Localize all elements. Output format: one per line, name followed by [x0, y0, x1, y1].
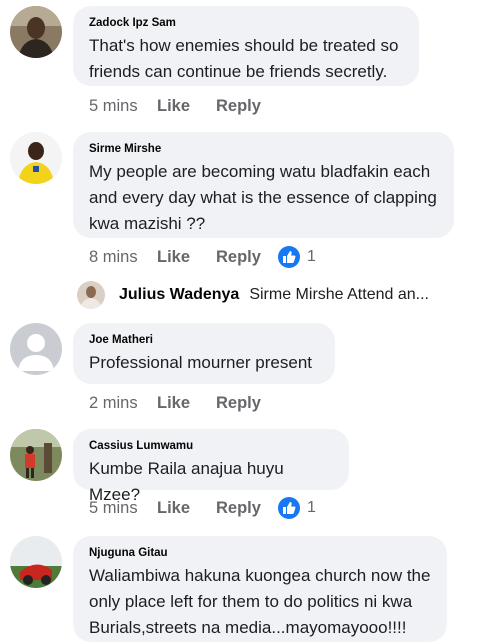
comment-actions: 8 mins Like Reply 1: [89, 245, 316, 269]
like-button[interactable]: Like: [157, 499, 216, 518]
reply-button[interactable]: Reply: [216, 499, 278, 518]
comment-actions: 5 mins Like Reply 1: [89, 496, 316, 520]
reaction-count: 1: [307, 248, 316, 265]
comment-time: 5 mins: [89, 498, 138, 517]
comment-time: 2 mins: [89, 393, 138, 412]
reply-button[interactable]: Reply: [216, 248, 278, 267]
reaction-count: 1: [307, 499, 316, 516]
comment-author[interactable]: Sirme Mirshe: [89, 143, 438, 155]
comment-text: That's how enemies should be treated so …: [89, 36, 399, 81]
avatar-sirme[interactable]: [10, 132, 62, 184]
reaction-summary[interactable]: 1: [278, 497, 316, 519]
thumbs-up-icon: [278, 497, 300, 519]
comment-text: My people are becoming watu bladfakin ea…: [89, 162, 437, 233]
avatar-cassius[interactable]: [10, 429, 62, 481]
avatar-julius: [77, 281, 105, 309]
comment-author[interactable]: Njuguna Gitau: [89, 547, 431, 559]
reaction-summary[interactable]: 1: [278, 246, 316, 268]
comment-bubble: Zadock Ipz Sam That's how enemies should…: [73, 6, 419, 86]
comment-bubble: Njuguna Gitau Waliambiwa hakuna kuongea …: [73, 536, 447, 642]
comment-time: 5 mins: [89, 96, 138, 115]
thumbs-up-icon: [278, 246, 300, 268]
comment-bubble: Cassius Lumwamu Kumbe Raila anajua huyu …: [73, 429, 349, 504]
avatar-zadock[interactable]: [10, 6, 62, 58]
comment-text: Professional mourner present: [89, 353, 313, 372]
comment-bubble: Joe Matheri Professional mourner present: [73, 323, 335, 384]
reply-author[interactable]: Julius Wadenya: [119, 286, 239, 304]
comment-author[interactable]: Zadock Ipz Sam: [89, 17, 403, 29]
avatar-njuguna[interactable]: [10, 536, 62, 588]
comment-bubble: Sirme Mirshe My people are becoming watu…: [73, 132, 454, 238]
default-avatar-icon[interactable]: [10, 323, 62, 375]
reply-button[interactable]: Reply: [216, 97, 278, 116]
nested-reply-preview[interactable]: Julius Wadenya Sirme Mirshe Attend an...: [77, 280, 429, 310]
comment-actions: 5 mins Like Reply: [89, 94, 278, 118]
reply-button[interactable]: Reply: [216, 394, 278, 413]
like-button[interactable]: Like: [157, 97, 216, 116]
like-button[interactable]: Like: [157, 248, 216, 267]
comment-author[interactable]: Cassius Lumwamu: [89, 440, 333, 452]
comment-text: Waliambiwa hakuna kuongea church now the…: [89, 566, 431, 637]
comment-actions: 2 mins Like Reply: [89, 391, 278, 415]
comment-time: 8 mins: [89, 247, 138, 266]
reply-preview-text: Sirme Mirshe Attend an...: [249, 286, 429, 303]
comment-author[interactable]: Joe Matheri: [89, 334, 319, 346]
like-button[interactable]: Like: [157, 394, 216, 413]
